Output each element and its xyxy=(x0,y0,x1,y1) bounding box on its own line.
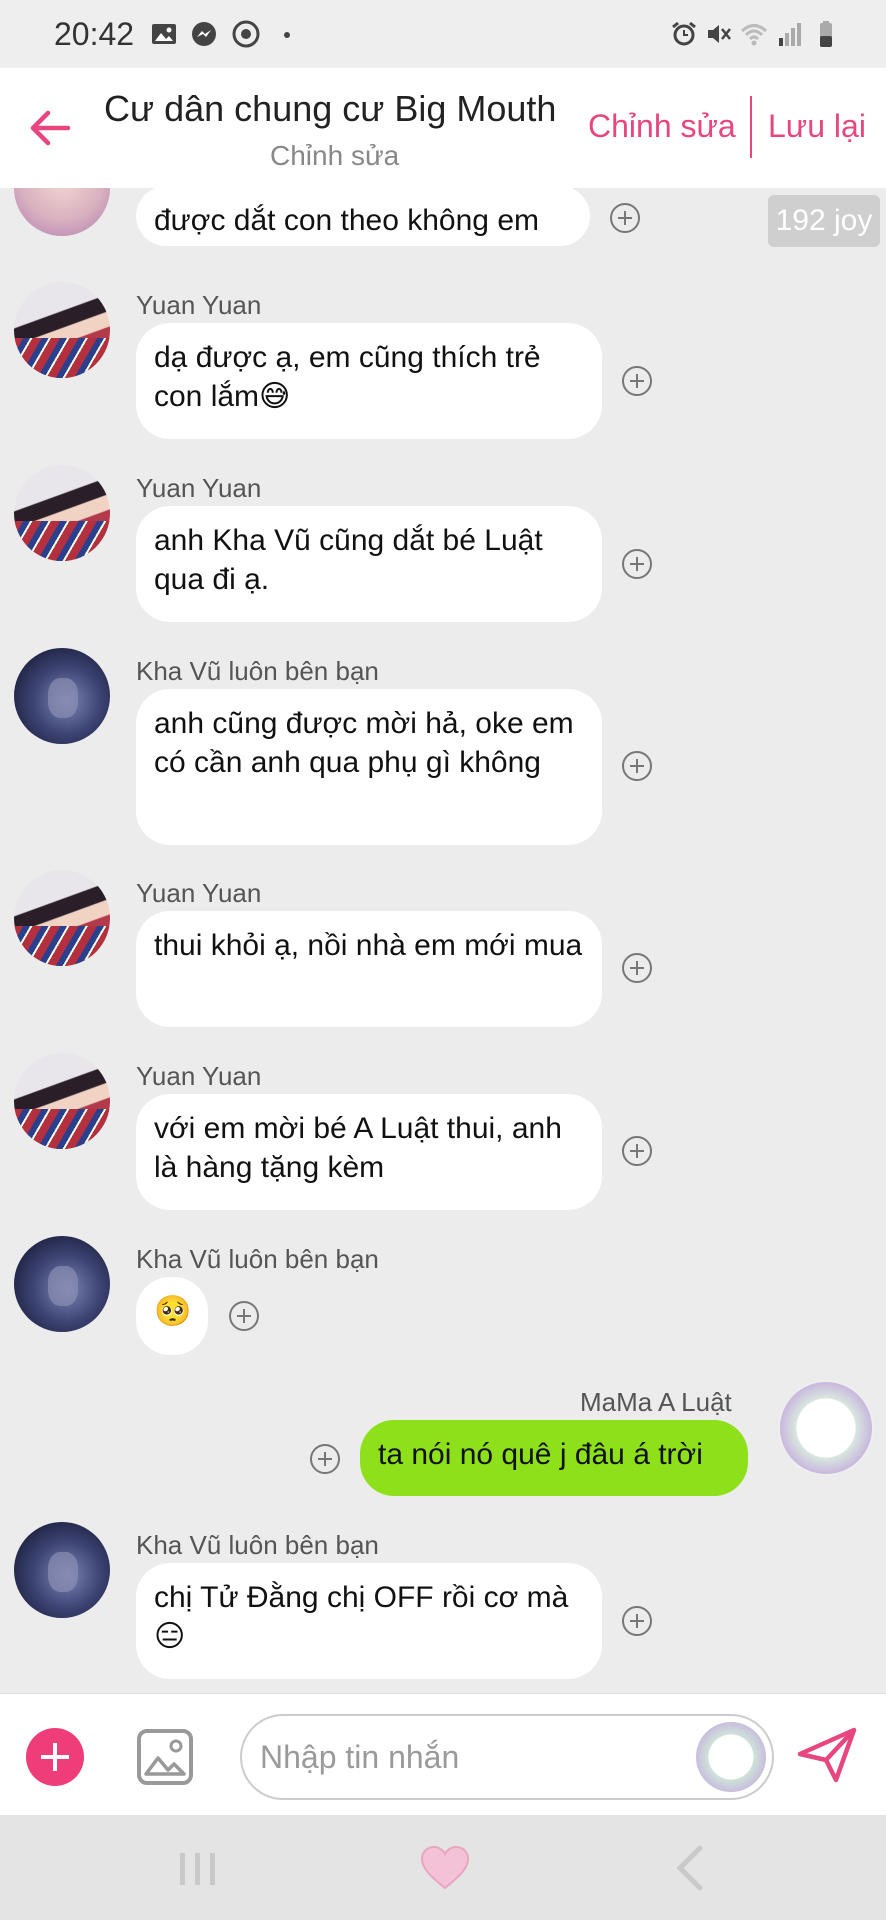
sender-name: Kha Vũ luôn bên bạn xyxy=(136,1530,379,1560)
message-text: anh Kha Vũ cũng dắt bé Luật qua đi ạ. xyxy=(154,524,543,596)
sender-name: Yuan Yuan xyxy=(136,1061,262,1091)
home-heart-icon[interactable] xyxy=(420,1845,470,1891)
sender-name: Yuan Yuan xyxy=(136,878,262,908)
save-button[interactable]: Lưu lại xyxy=(768,108,866,145)
system-nav-bar xyxy=(0,1815,886,1920)
send-icon[interactable] xyxy=(796,1724,858,1786)
message-bubble[interactable]: 🥺 xyxy=(136,1277,208,1355)
nav-back-icon[interactable] xyxy=(674,1845,704,1891)
joy-badge: 192 joy xyxy=(768,195,880,247)
avatar[interactable] xyxy=(14,1522,110,1618)
react-plus-icon[interactable] xyxy=(622,366,652,396)
avatar[interactable] xyxy=(14,870,110,966)
message-bubble[interactable]: anh cũng được mời hả, oke em có cần anh … xyxy=(136,689,602,845)
message-text: chị Tử Đằng chị OFF rồi cơ mà😑 xyxy=(154,1581,569,1653)
message-text: dạ được ạ, em cũng thích trẻ con lắm😅 xyxy=(154,341,541,413)
sender-name: Yuan Yuan xyxy=(136,290,262,320)
sender-name: Kha Vũ luôn bên bạn xyxy=(136,656,379,686)
chat-subtitle: Chỉnh sửa xyxy=(270,140,400,171)
chrome-icon xyxy=(232,20,260,48)
avatar[interactable] xyxy=(14,1236,110,1332)
avatar[interactable] xyxy=(14,282,110,378)
sender-name: Yuan Yuan xyxy=(136,473,262,503)
avatar[interactable] xyxy=(14,188,110,236)
message-composer xyxy=(0,1693,886,1815)
message-text: thui khỏi ạ, nồi nhà em mới mua xyxy=(154,929,583,962)
message-text: ta nói nó quê j đâu á trời xyxy=(378,1438,703,1471)
message-list[interactable]: 192 joy được dắt con theo không em Yuan … xyxy=(0,188,886,1693)
message-text: 🥺 xyxy=(154,1295,192,1328)
back-arrow-icon[interactable] xyxy=(26,104,74,152)
react-plus-icon[interactable] xyxy=(622,1136,652,1166)
alarm-icon xyxy=(672,21,696,46)
mute-icon xyxy=(708,25,731,43)
message-input[interactable] xyxy=(260,1730,680,1784)
message-bubble[interactable]: chị Tử Đằng chị OFF rồi cơ mà😑 xyxy=(136,1563,602,1679)
message-text: anh cũng được mời hả, oke em có cần anh … xyxy=(154,707,574,779)
my-message-bubble[interactable]: ta nói nó quê j đâu á trời xyxy=(360,1420,748,1496)
react-plus-icon[interactable] xyxy=(622,953,652,983)
react-plus-icon[interactable] xyxy=(310,1444,340,1474)
image-picker-icon[interactable] xyxy=(136,1728,194,1786)
react-plus-icon[interactable] xyxy=(622,1606,652,1636)
sender-name: Kha Vũ luôn bên bạn xyxy=(136,1244,379,1274)
status-time: 20:42 xyxy=(54,16,135,52)
my-avatar[interactable] xyxy=(778,1380,874,1476)
header-divider xyxy=(750,96,752,158)
message-text: với em mời bé A Luật thui, anh là hàng t… xyxy=(154,1112,562,1184)
edit-button[interactable]: Chỉnh sửa xyxy=(588,108,736,145)
message-text: được dắt con theo không em xyxy=(154,204,539,237)
react-plus-icon[interactable] xyxy=(229,1301,259,1331)
react-plus-icon[interactable] xyxy=(610,203,640,233)
chat-header: Cư dân chung cư Big Mouth Chỉnh sửa Chỉn… xyxy=(0,68,886,188)
status-bar: 20:42 xyxy=(0,0,886,68)
react-plus-icon[interactable] xyxy=(622,751,652,781)
chat-title: Cư dân chung cư Big Mouth xyxy=(104,88,557,129)
message-bubble[interactable]: dạ được ạ, em cũng thích trẻ con lắm😅 xyxy=(136,323,602,439)
recent-apps-icon[interactable] xyxy=(178,1849,218,1889)
notification-dot xyxy=(284,32,290,38)
sticker-button[interactable] xyxy=(696,1722,766,1792)
message-bubble[interactable]: thui khỏi ạ, nồi nhà em mới mua xyxy=(136,911,602,1027)
signal-icon xyxy=(779,23,801,46)
sender-name: MaMa A Luật xyxy=(580,1387,732,1417)
gallery-icon xyxy=(152,24,176,44)
message-bubble[interactable]: với em mời bé A Luật thui, anh là hàng t… xyxy=(136,1094,602,1210)
message-bubble[interactable]: được dắt con theo không em xyxy=(136,188,590,246)
wifi-icon xyxy=(740,24,768,46)
avatar[interactable] xyxy=(14,648,110,744)
add-attachment-button[interactable] xyxy=(26,1728,84,1786)
avatar[interactable] xyxy=(14,1053,110,1149)
messenger-icon xyxy=(192,22,216,46)
message-bubble[interactable]: anh Kha Vũ cũng dắt bé Luật qua đi ạ. xyxy=(136,506,602,622)
avatar[interactable] xyxy=(14,465,110,561)
battery-icon xyxy=(820,21,832,47)
react-plus-icon[interactable] xyxy=(622,549,652,579)
message-input-wrapper xyxy=(240,1714,774,1800)
